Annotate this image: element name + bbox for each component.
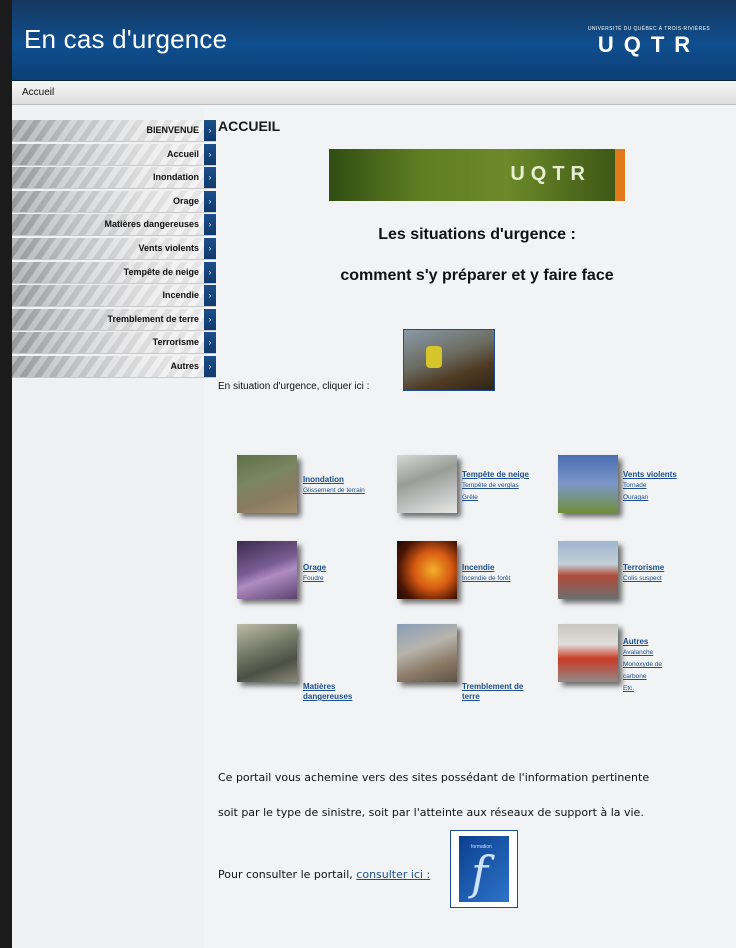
category-title-link[interactable]: Incendie	[462, 563, 510, 573]
page-frame: En cas d'urgence UNIVERSITÉ DU QUÉBEC À …	[12, 0, 736, 948]
sidebar-item-label: Terrorisme	[152, 337, 199, 348]
sidebar-item-terrorisme[interactable]: Terrorisme ›	[12, 332, 216, 355]
sidebar-item-incendie[interactable]: Incendie ›	[12, 285, 216, 308]
sidebar-item-label: Incendie	[162, 290, 199, 301]
category-tempete-de-neige: Tempête de neige Tempête de verglas Grêl…	[462, 470, 529, 504]
sidebar-item-orage[interactable]: Orage ›	[12, 190, 216, 213]
emergency-text: En situation d'urgence, cliquer ici :	[218, 381, 370, 392]
portal-consult-text: Pour consulter le portail,	[218, 868, 353, 881]
sidebar-item-accueil[interactable]: Accueil ›	[12, 143, 216, 166]
portal-description-line2: soit par le type de sinistre, soit par l…	[218, 806, 644, 819]
category-sublink[interactable]: Foudre	[303, 573, 326, 585]
sidebar: BIENVENUE › Accueil › Inondation › Orage › M…	[12, 106, 216, 948]
category-sublink[interactable]: Glissement de terrain	[303, 485, 365, 497]
category-title-link[interactable]: Tempête de neige	[462, 470, 529, 480]
chevron-right-icon: ›	[204, 355, 216, 377]
sidebar-item-label: Vents violents	[138, 242, 199, 253]
category-matieres-dangereuses: Matières dangereuses	[303, 682, 363, 702]
banner-accent	[615, 149, 625, 201]
autres-image[interactable]	[558, 624, 618, 682]
category-terrorisme: Terrorisme Colis suspect	[623, 563, 664, 585]
category-sublink[interactable]: Colis suspect	[623, 573, 664, 585]
sidebar-item-label: Tempête de neige	[123, 266, 199, 277]
sidebar-item-tremblement-de-terre[interactable]: Tremblement de terre ›	[12, 308, 216, 331]
chevron-right-icon: ›	[204, 143, 216, 165]
sidebar-item-label: BIENVENUE	[146, 125, 199, 135]
page-title: ACCUEIL	[218, 118, 281, 134]
sidebar-item-bienvenue[interactable]: BIENVENUE ›	[12, 120, 216, 142]
category-autres: Autres Avalanche Monoxyde de carbone Etc…	[623, 637, 687, 695]
category-sublink[interactable]: Grêle	[462, 492, 529, 504]
logo-text: UQTR	[597, 32, 701, 57]
chevron-right-icon: ›	[204, 332, 216, 354]
uqtr-banner: UQTR	[329, 149, 625, 201]
category-inondation: Inondation Glissement de terrain	[303, 475, 365, 497]
sidebar-item-matieres-dangereuses[interactable]: Matières dangereuses ›	[12, 214, 216, 237]
chevron-right-icon: ›	[204, 167, 216, 189]
breadcrumb-bar: Accueil	[12, 82, 736, 105]
category-sublink[interactable]: Incendie de forêt	[462, 573, 510, 585]
category-title-link[interactable]: Vents violents	[623, 470, 677, 480]
category-incendie: Incendie Incendie de forêt	[462, 563, 510, 585]
chevron-right-icon: ›	[204, 285, 216, 307]
category-title-link[interactable]: Inondation	[303, 475, 365, 485]
sidebar-item-label: Tremblement de terre	[107, 313, 199, 324]
sidebar-item-label: Inondation	[153, 172, 199, 183]
category-title-link[interactable]: Tremblement de terre	[462, 682, 542, 702]
sidebar-item-label: Autres	[170, 360, 199, 371]
portal-description-line1: Ce portail vous achemine vers des sites …	[218, 771, 650, 784]
sidebar-item-label: Accueil	[166, 148, 199, 159]
site-title: En cas d'urgence	[24, 24, 228, 54]
terrorisme-image[interactable]	[558, 541, 618, 599]
main-heading: Les situations d'urgence :	[378, 226, 576, 243]
portal-image-link[interactable]: formation f	[450, 830, 518, 908]
chevron-right-icon: ›	[204, 214, 216, 236]
sidebar-item-autres[interactable]: Autres ›	[12, 355, 216, 378]
sidebar-item-label: Orage	[172, 195, 199, 206]
banner-text: UQTR	[510, 163, 591, 185]
sidebar-item-label: Matières dangereuses	[104, 219, 199, 230]
category-title-link[interactable]: Orage	[303, 563, 326, 573]
category-tremblement-de-terre: Tremblement de terre	[462, 682, 542, 702]
sidebar-item-tempete-de-neige[interactable]: Tempête de neige ›	[12, 261, 216, 284]
incendie-image[interactable]	[397, 541, 457, 599]
category-sublink[interactable]: Avalanche	[623, 647, 687, 659]
uqtr-logo[interactable]: UNIVERSITÉ DU QUÉBEC À TROIS-RIVIÈRES UQ…	[578, 26, 720, 57]
portal-consult-link[interactable]: consulter ici :	[356, 868, 430, 881]
category-sublink[interactable]: Tempête de verglas	[462, 480, 529, 492]
portal-image: formation f	[459, 836, 509, 902]
category-title-link[interactable]: Terrorisme	[623, 563, 664, 573]
category-sublink[interactable]: Ouragan	[623, 492, 677, 504]
emergency-image-link[interactable]	[403, 329, 495, 391]
chevron-right-icon: ›	[204, 261, 216, 283]
inondation-image[interactable]	[237, 455, 297, 513]
main-content: ACCUEIL UQTR Les situations d'urgence : …	[218, 106, 736, 948]
site-header: En cas d'urgence UNIVERSITÉ DU QUÉBEC À …	[12, 0, 736, 81]
chevron-right-icon: ›	[204, 190, 216, 212]
sidebar-nav: BIENVENUE › Accueil › Inondation › Orage › M…	[12, 120, 216, 380]
chevron-right-icon: ›	[204, 120, 216, 141]
category-title-link[interactable]: Matières dangereuses	[303, 682, 363, 702]
category-sublink[interactable]: Etc.	[623, 683, 687, 695]
sidebar-item-inondation[interactable]: Inondation ›	[12, 167, 216, 190]
main-subheading: comment s'y préparer et y faire face	[340, 267, 614, 284]
chevron-right-icon: ›	[204, 237, 216, 259]
orage-image[interactable]	[237, 541, 297, 599]
category-vents-violents: Vents violents Tornade Ouragan	[623, 470, 677, 504]
portal-image-letter: f	[471, 846, 489, 900]
category-sublink[interactable]: Monoxyde de carbone	[623, 659, 687, 683]
vents-violents-image[interactable]	[558, 455, 618, 513]
category-orage: Orage Foudre	[303, 563, 326, 585]
tempete-de-neige-image[interactable]	[397, 455, 457, 513]
matieres-dangereuses-image[interactable]	[237, 624, 297, 682]
chevron-right-icon: ›	[204, 308, 216, 330]
tremblement-de-terre-image[interactable]	[397, 624, 457, 682]
category-sublink[interactable]: Tornade	[623, 480, 677, 492]
sidebar-item-vents-violents[interactable]: Vents violents ›	[12, 237, 216, 260]
breadcrumb[interactable]: Accueil	[22, 87, 54, 98]
category-title-link[interactable]: Autres	[623, 637, 687, 647]
portal-consult-line: Pour consulter le portail, consulter ici…	[218, 868, 430, 881]
